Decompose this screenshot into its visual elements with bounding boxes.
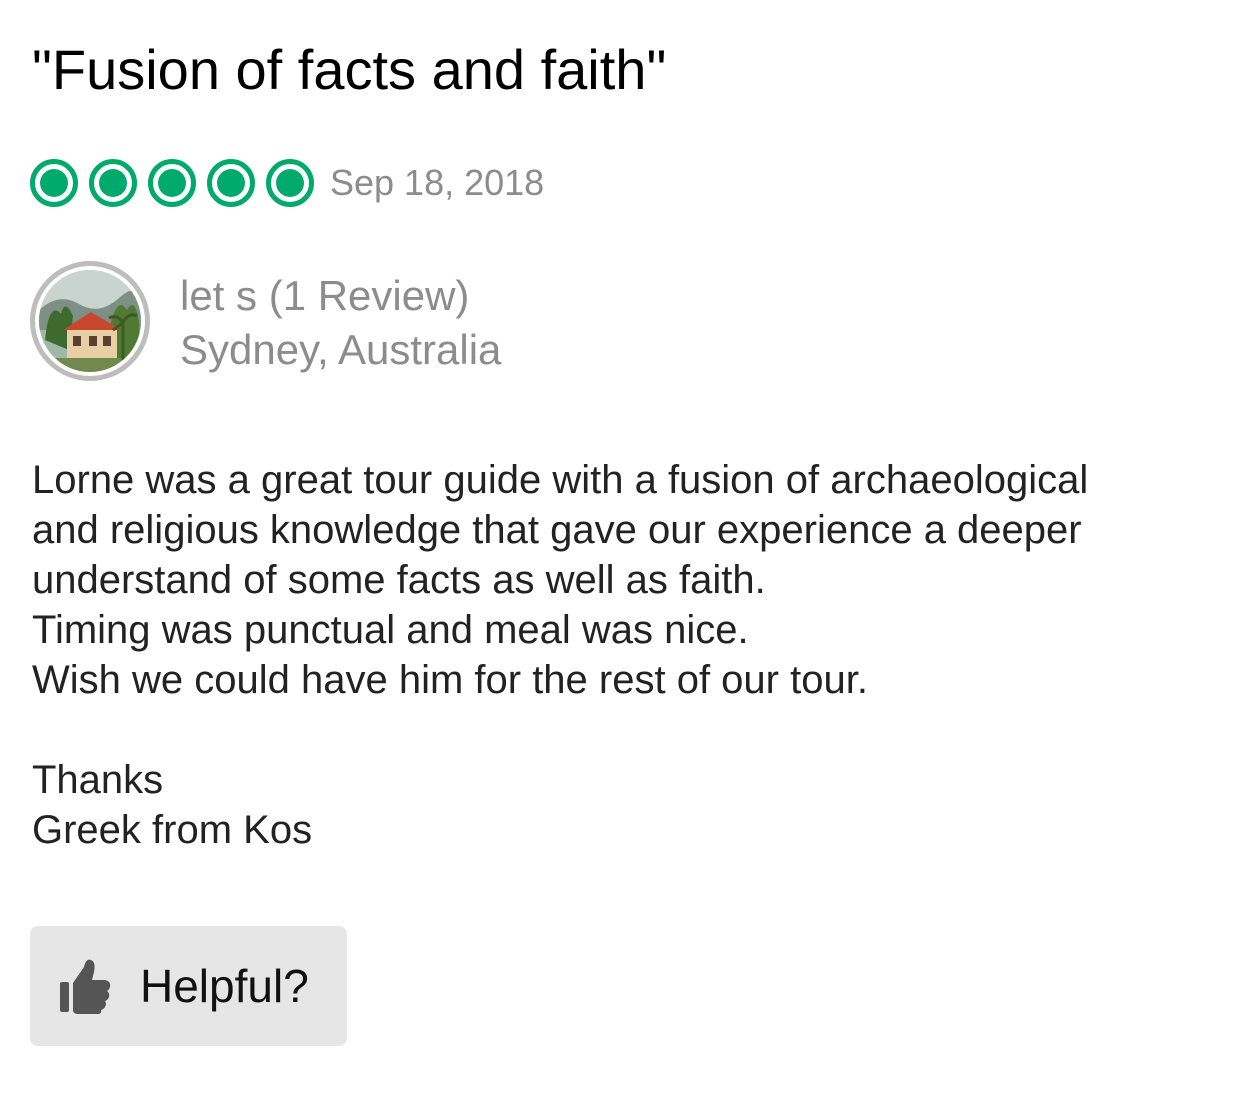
bubble-rating — [30, 159, 314, 207]
review-text-line: Greek from Kos — [32, 808, 313, 852]
reviewer-name[interactable]: let s — [180, 272, 257, 319]
review-text-line: Timing was punctual and meal was nice. — [32, 608, 749, 652]
review-text-line: and religious knowledge that gave our ex… — [32, 508, 1082, 552]
avatar-photo-icon — [39, 270, 141, 372]
reviewer-block: let s (1 Review) Sydney, Australia — [30, 260, 501, 382]
review-text-line: understand of some facts as well as fait… — [32, 558, 766, 602]
rating-bubble-icon — [266, 159, 314, 207]
rating-row: Sep 18, 2018 — [30, 152, 544, 214]
reviewer-review-count: (1 Review) — [268, 272, 470, 319]
review-text-line: Thanks — [32, 758, 164, 802]
rating-bubble-icon — [30, 159, 78, 207]
review-text-line: Wish we could have him for the rest of o… — [32, 658, 868, 702]
review-body: Lorne was a great tour guide with a fusi… — [32, 455, 1212, 855]
review-title: "Fusion of facts and faith" — [32, 38, 667, 101]
reviewer-name-line[interactable]: let s (1 Review) — [180, 269, 501, 323]
rating-bubble-icon — [207, 159, 255, 207]
avatar[interactable] — [30, 261, 150, 381]
rating-bubble-icon — [89, 159, 137, 207]
review-date: Sep 18, 2018 — [330, 162, 545, 203]
review-text-blank-line — [32, 705, 1212, 755]
helpful-button[interactable]: Helpful? — [30, 926, 347, 1046]
thumbs-up-icon — [58, 953, 112, 1019]
reviewer-location: Sydney, Australia — [180, 326, 502, 373]
helpful-label: Helpful? — [140, 960, 309, 1012]
rating-bubble-icon — [148, 159, 196, 207]
reviewer-info: let s (1 Review) Sydney, Australia — [180, 269, 501, 377]
review-text-line: Lorne was a great tour guide with a fusi… — [32, 458, 1089, 502]
